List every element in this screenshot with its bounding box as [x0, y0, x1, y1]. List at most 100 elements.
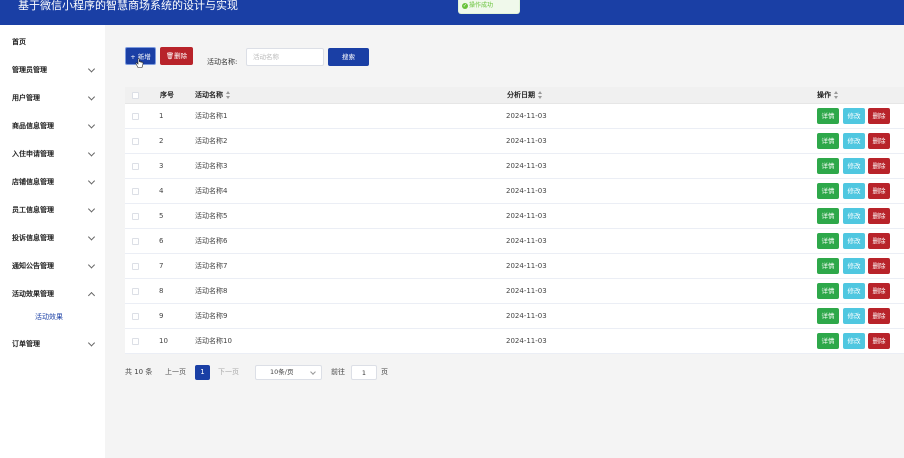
sort-icon[interactable]: [225, 91, 231, 99]
sort-icon[interactable]: [833, 91, 839, 99]
row-delete-button[interactable]: 删除: [868, 108, 890, 124]
row-delete-button[interactable]: 删除: [868, 133, 890, 149]
row-delete-button[interactable]: 删除: [868, 233, 890, 249]
cell-index: 9: [159, 312, 164, 320]
cell-index: 2: [159, 137, 164, 145]
edit-button[interactable]: 修改: [843, 308, 865, 324]
cell-name: 活动名称5: [195, 212, 228, 220]
chevron-down-icon: [87, 205, 96, 213]
delete-button[interactable]: 🗑删除: [160, 47, 193, 65]
column-header-date[interactable]: 分析日期: [507, 87, 543, 104]
row-checkbox[interactable]: [132, 138, 139, 145]
table-row: 8 活动名称8 2024-11-03 详情 修改 删除: [125, 279, 904, 304]
detail-button[interactable]: 详情: [817, 133, 839, 149]
edit-button[interactable]: 修改: [843, 258, 865, 274]
cell-name: 活动名称1: [195, 112, 228, 120]
detail-button[interactable]: 详情: [817, 233, 839, 249]
submenu-activity-effect[interactable]: 活动效果: [35, 312, 63, 322]
row-delete-button[interactable]: 删除: [868, 308, 890, 324]
row-checkbox[interactable]: [132, 163, 139, 170]
sidebar-item-label: 入住申请管理: [12, 150, 54, 158]
cell-index: 6: [159, 237, 164, 245]
row-delete-button[interactable]: 删除: [868, 258, 890, 274]
column-header-name[interactable]: 活动名称: [195, 87, 231, 104]
chevron-down-icon: [310, 369, 316, 375]
page-number-current[interactable]: 1: [195, 365, 210, 380]
edit-button[interactable]: 修改: [843, 108, 865, 124]
app-title: 基于微信小程序的智慧商场系统的设计与实现: [18, 0, 238, 12]
goto-page-input[interactable]: [351, 365, 377, 380]
edit-button[interactable]: 修改: [843, 133, 865, 149]
row-checkbox[interactable]: [132, 338, 139, 345]
sidebar-item-label: 通知公告管理: [12, 262, 54, 270]
sort-icon[interactable]: [537, 91, 543, 99]
hand-cursor-icon: [135, 58, 144, 68]
cell-name: 活动名称3: [195, 162, 228, 170]
row-delete-button[interactable]: 删除: [868, 283, 890, 299]
edit-button[interactable]: 修改: [843, 233, 865, 249]
cell-index: 10: [159, 337, 168, 345]
sidebar-item-activity-effects[interactable]: 活动效果管理: [0, 280, 105, 308]
detail-button[interactable]: 详情: [817, 208, 839, 224]
main-content: + 新增 🗑删除 活动名称: 搜索 序号 活动名称 分析日期 操作 1活动名称1…: [105, 25, 904, 458]
cell-date: 2024-11-03: [506, 137, 547, 145]
detail-button[interactable]: 详情: [817, 283, 839, 299]
detail-button[interactable]: 详情: [817, 158, 839, 174]
cell-date: 2024-11-03: [506, 112, 547, 120]
sidebar-item-staff[interactable]: 员工信息管理: [0, 196, 105, 224]
detail-button[interactable]: 详情: [817, 333, 839, 349]
edit-button[interactable]: 修改: [843, 283, 865, 299]
next-page-button[interactable]: 下一页: [218, 365, 239, 380]
cell-name: 活动名称2: [195, 137, 228, 145]
detail-button[interactable]: 详情: [817, 308, 839, 324]
edit-button[interactable]: 修改: [843, 183, 865, 199]
row-delete-button[interactable]: 删除: [868, 333, 890, 349]
search-button[interactable]: 搜索: [328, 48, 369, 66]
detail-button[interactable]: 详情: [817, 108, 839, 124]
row-delete-button[interactable]: 删除: [868, 158, 890, 174]
sidebar-item-products[interactable]: 商品信息管理: [0, 112, 105, 140]
cell-index: 4: [159, 187, 164, 195]
sidebar-item-orders[interactable]: 订单管理: [0, 330, 105, 358]
edit-button[interactable]: 修改: [843, 208, 865, 224]
sidebar-item-users[interactable]: 用户管理: [0, 84, 105, 112]
cell-date: 2024-11-03: [506, 312, 547, 320]
detail-button[interactable]: 详情: [817, 258, 839, 274]
chevron-down-icon: [87, 339, 96, 347]
detail-button[interactable]: 详情: [817, 183, 839, 199]
top-header: 基于微信小程序的智慧商场系统的设计与实现: [0, 0, 904, 25]
sidebar-item-label: 员工信息管理: [12, 206, 54, 214]
chevron-down-icon: [87, 261, 96, 269]
column-header-actions[interactable]: 操作: [817, 87, 839, 104]
row-checkbox[interactable]: [132, 188, 139, 195]
cell-index: 8: [159, 287, 164, 295]
edit-button[interactable]: 修改: [843, 333, 865, 349]
sidebar-item-admin[interactable]: 管理员管理: [0, 56, 105, 84]
cell-date: 2024-11-03: [506, 287, 547, 295]
table-row: 3 活动名称3 2024-11-03 详情 修改 删除: [125, 154, 904, 179]
sidebar-item-notices[interactable]: 通知公告管理: [0, 252, 105, 280]
row-checkbox[interactable]: [132, 263, 139, 270]
row-delete-button[interactable]: 删除: [868, 208, 890, 224]
sidebar-item-label: 投诉信息管理: [12, 234, 54, 242]
sidebar-item-applications[interactable]: 入住申请管理: [0, 140, 105, 168]
page-size-select[interactable]: 10条/页: [255, 365, 322, 380]
sidebar-item-home[interactable]: 首页: [0, 28, 105, 56]
row-checkbox[interactable]: [132, 113, 139, 120]
row-checkbox[interactable]: [132, 313, 139, 320]
row-checkbox[interactable]: [132, 213, 139, 220]
sidebar-item-shops[interactable]: 店铺信息管理: [0, 168, 105, 196]
row-checkbox[interactable]: [132, 238, 139, 245]
sidebar-item-complaints[interactable]: 投诉信息管理: [0, 224, 105, 252]
page-size-value: 10条/页: [270, 368, 294, 376]
select-all-checkbox[interactable]: [132, 92, 139, 99]
prev-page-button[interactable]: 上一页: [165, 365, 186, 380]
search-input[interactable]: [246, 48, 324, 66]
row-checkbox[interactable]: [132, 288, 139, 295]
edit-button[interactable]: 修改: [843, 158, 865, 174]
row-delete-button[interactable]: 删除: [868, 183, 890, 199]
chevron-down-icon: [87, 149, 96, 157]
chevron-down-icon: [87, 233, 96, 241]
cell-name: 活动名称8: [195, 287, 228, 295]
cell-date: 2024-11-03: [506, 262, 547, 270]
